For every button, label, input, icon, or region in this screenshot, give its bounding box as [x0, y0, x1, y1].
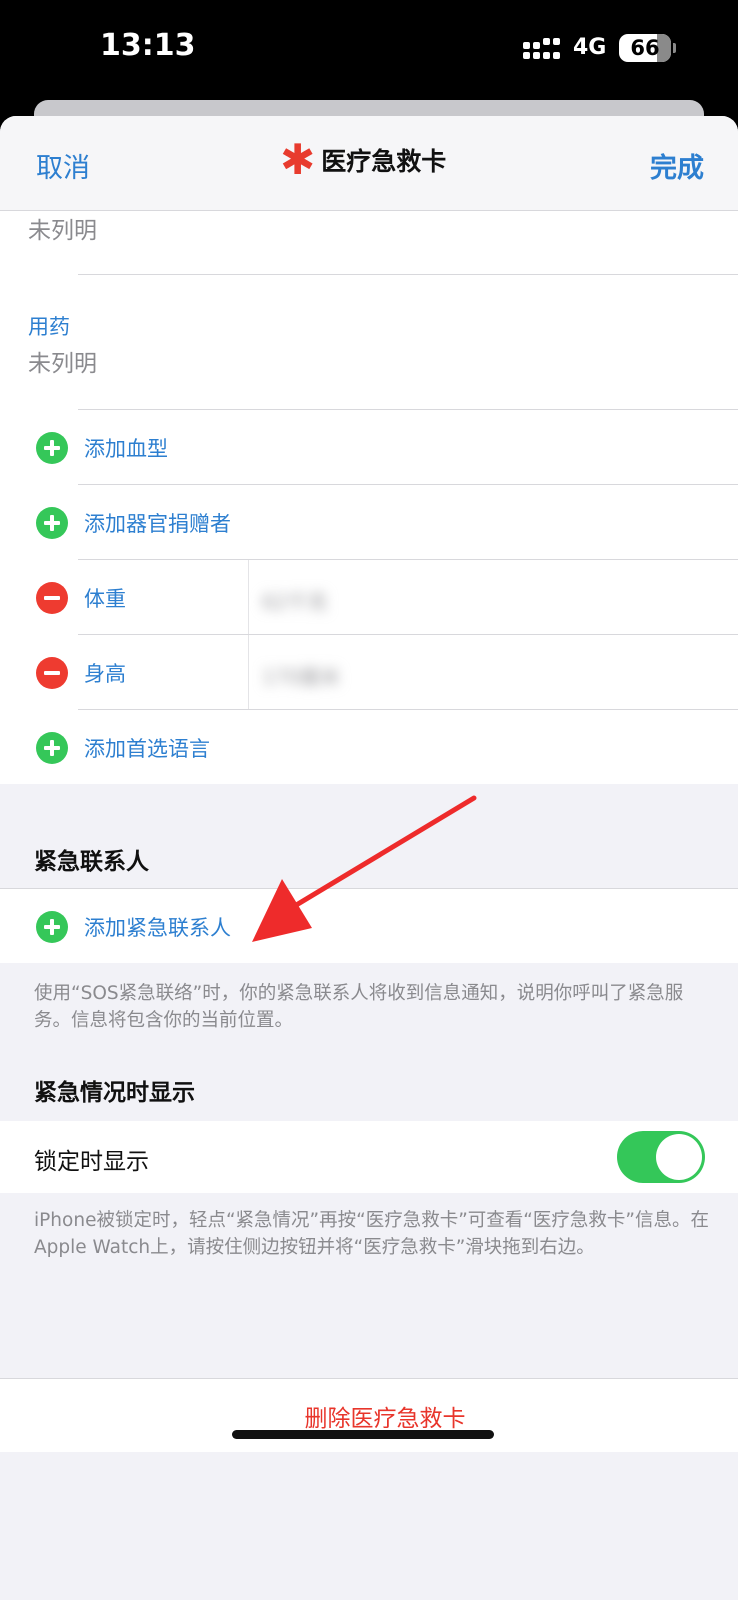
medical-info-group: 未列明 用药 未列明 添加血型 添加器官捐赠者 体重 62千克 身高 170厘米 [0, 211, 738, 784]
add-icon[interactable] [36, 432, 68, 464]
toggle-knob[interactable] [656, 1134, 702, 1180]
add-emergency-contact-row[interactable]: 添加紧急联系人 [0, 889, 738, 964]
medical-star-icon: ✱ [280, 135, 316, 184]
page-title: ✱ 医疗急救卡 [280, 135, 447, 184]
add-icon[interactable] [36, 911, 68, 943]
page-title-text: 医疗急救卡 [321, 147, 447, 176]
allergy-value[interactable]: 未列明 [28, 211, 97, 245]
row-label: 添加器官捐赠者 [84, 512, 231, 536]
status-time: 13:13 [100, 28, 196, 63]
medical-id-sheet: 取消 ✱ 医疗急救卡 完成 未列明 用药 未列明 添加血型 添加器官捐赠者 体重… [0, 116, 738, 1600]
home-indicator [232, 1430, 494, 1439]
done-button[interactable]: 完成 [650, 146, 704, 185]
weight-value[interactable]: 62千克 [262, 586, 327, 615]
emergency-contacts-group: 添加紧急联系人 [0, 888, 738, 963]
column-divider [248, 560, 249, 635]
row-label: 添加首选语言 [84, 737, 210, 761]
divider [78, 274, 738, 275]
row-label: 添加血型 [84, 437, 168, 461]
medication-value[interactable]: 未列明 [28, 344, 97, 378]
remove-icon[interactable] [36, 582, 68, 614]
status-bar: 13:13 4G 66 [0, 0, 738, 100]
battery-cap [673, 43, 676, 53]
delete-group: 删除医疗急救卡 [0, 1378, 738, 1452]
row-label: 身高 [84, 662, 126, 686]
column-divider [248, 635, 249, 710]
cancel-button[interactable]: 取消 [36, 146, 90, 185]
add-language-row[interactable]: 添加首选语言 [0, 710, 738, 785]
battery-level: 66 [630, 36, 660, 60]
height-value[interactable]: 170厘米 [262, 661, 340, 690]
height-row[interactable]: 身高 170厘米 [0, 635, 738, 710]
emergency-access-header: 紧急情况时显示 [34, 1080, 195, 1106]
row-label: 体重 [84, 587, 126, 611]
emergency-access-group: 锁定时显示 [0, 1121, 738, 1193]
toggle-label: 锁定时显示 [34, 1149, 149, 1175]
remove-icon[interactable] [36, 657, 68, 689]
row-label: 添加紧急联系人 [84, 916, 231, 940]
delete-medical-id-button[interactable]: 删除医疗急救卡 [0, 1399, 738, 1433]
battery-icon: 66 [619, 34, 671, 62]
medication-label: 用药 [28, 315, 70, 339]
weight-row[interactable]: 体重 62千克 [0, 560, 738, 635]
add-organ-donor-row[interactable]: 添加器官捐赠者 [0, 485, 738, 560]
add-icon[interactable] [36, 507, 68, 539]
emergency-access-footnote: iPhone被锁定时，轻点“紧急情况”再按“医疗急救卡”可查看“医疗急救卡”信息… [34, 1210, 709, 1258]
emergency-contacts-header: 紧急联系人 [34, 849, 149, 875]
nav-bar: 取消 ✱ 医疗急救卡 完成 [0, 116, 738, 211]
signal-icon [523, 38, 565, 64]
network-type: 4G [573, 35, 607, 60]
add-blood-type-row[interactable]: 添加血型 [0, 410, 738, 485]
show-when-locked-toggle[interactable] [617, 1131, 705, 1183]
emergency-contacts-footnote: 使用“SOS紧急联络”时，你的紧急联系人将收到信息通知，说明你呼叫了紧急服务。信… [34, 983, 684, 1031]
add-icon[interactable] [36, 732, 68, 764]
